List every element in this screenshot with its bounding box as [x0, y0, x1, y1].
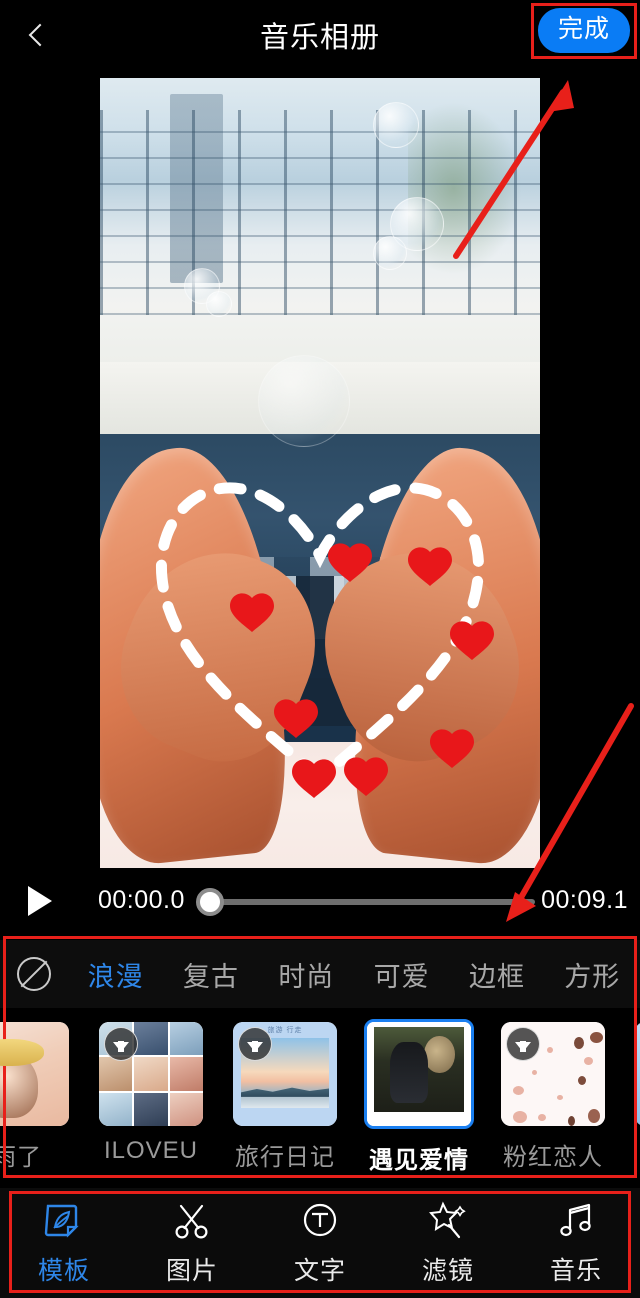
template-icon	[42, 1199, 86, 1243]
nav-label: 模板	[37, 1257, 90, 1285]
tab-fugu[interactable]: 复古	[163, 955, 258, 994]
template-label: 遇见爱情	[369, 1147, 469, 1174]
tab-biankuang[interactable]: 边框	[449, 955, 544, 994]
thumbnail-art	[635, 1022, 640, 1126]
template-label: 粉红恋人	[503, 1144, 603, 1171]
heart-overlay-icon	[155, 482, 494, 798]
scissors-icon	[170, 1199, 214, 1243]
current-time-label: 00:00.0	[98, 886, 185, 914]
thumbnail-art	[0, 1022, 69, 1126]
nav-item-picture[interactable]: 图片	[128, 1199, 256, 1287]
no-template-icon	[17, 957, 51, 991]
template-thumbnail	[501, 1022, 605, 1126]
template-label: 旅行日记	[235, 1144, 335, 1171]
text-circle-icon	[298, 1199, 342, 1243]
template-label: ILOVEU	[103, 1137, 199, 1164]
download-icon[interactable]	[238, 1027, 272, 1061]
template-item[interactable]: ILOVEU	[84, 1008, 218, 1165]
play-icon[interactable]	[28, 886, 52, 916]
bottom-nav: 模板 图片 文字 滤镜 音乐	[0, 1188, 640, 1298]
nav-label: 音乐	[549, 1257, 602, 1285]
music-album-editor-screen: 音乐相册 完成 00:00.0 00:09.1 浪漫 复古 时尚 可爱 边框 方…	[0, 0, 640, 1298]
tab-fangxing[interactable]: 方形	[545, 955, 640, 994]
template-thumbnail	[0, 1022, 69, 1126]
download-icon[interactable]	[506, 1027, 540, 1061]
tab-langman[interactable]: 浪漫	[68, 955, 163, 994]
done-button-wrap: 完成	[537, 8, 630, 53]
template-item[interactable]: 雨了	[0, 1008, 84, 1172]
total-time-label: 00:09.1	[541, 886, 628, 914]
template-thumbnail	[635, 1022, 640, 1126]
nav-label: 滤镜	[421, 1257, 474, 1285]
template-thumbnail	[99, 1022, 203, 1126]
nav-label: 文字	[293, 1257, 346, 1285]
template-thumbnail	[364, 1019, 474, 1129]
template-item[interactable]: 旅游 行走 旅行日记	[218, 1008, 352, 1172]
template-thumbnail: 旅游 行走	[233, 1022, 337, 1126]
progress-track[interactable]	[205, 899, 535, 905]
progress-knob[interactable]	[196, 888, 224, 916]
music-note-icon	[554, 1199, 598, 1243]
magic-wand-icon	[426, 1199, 470, 1243]
nav-label: 图片	[165, 1257, 218, 1285]
done-button[interactable]: 完成	[537, 8, 630, 53]
template-item[interactable]: 粉红恋人	[486, 1008, 620, 1172]
template-label: 雨了	[0, 1144, 42, 1171]
nav-item-filter[interactable]: 滤镜	[384, 1199, 512, 1287]
nav-item-text[interactable]: 文字	[256, 1199, 384, 1287]
nav-item-music[interactable]: 音乐	[512, 1199, 640, 1287]
no-template-button[interactable]	[0, 957, 68, 991]
tab-shishang[interactable]: 时尚	[259, 955, 354, 994]
template-carousel[interactable]: 雨了 ILOVEU 旅游 行走 旅行日记 遇见爱情 粉红恋人	[0, 1008, 640, 1178]
app-header: 音乐相册 完成	[0, 0, 640, 70]
template-item-selected[interactable]: 遇见爱情	[352, 1008, 486, 1175]
category-tabs: 浪漫 复古 时尚 可爱 边框 方形	[0, 940, 640, 1008]
playback-bar: 00:00.0 00:09.1	[0, 868, 640, 934]
thumbnail-art	[367, 1022, 471, 1126]
video-preview[interactable]	[100, 78, 540, 868]
template-item[interactable]	[620, 1008, 640, 1137]
nav-item-template[interactable]: 模板	[0, 1199, 128, 1287]
download-icon[interactable]	[104, 1027, 138, 1061]
tab-keai[interactable]: 可爱	[354, 955, 449, 994]
